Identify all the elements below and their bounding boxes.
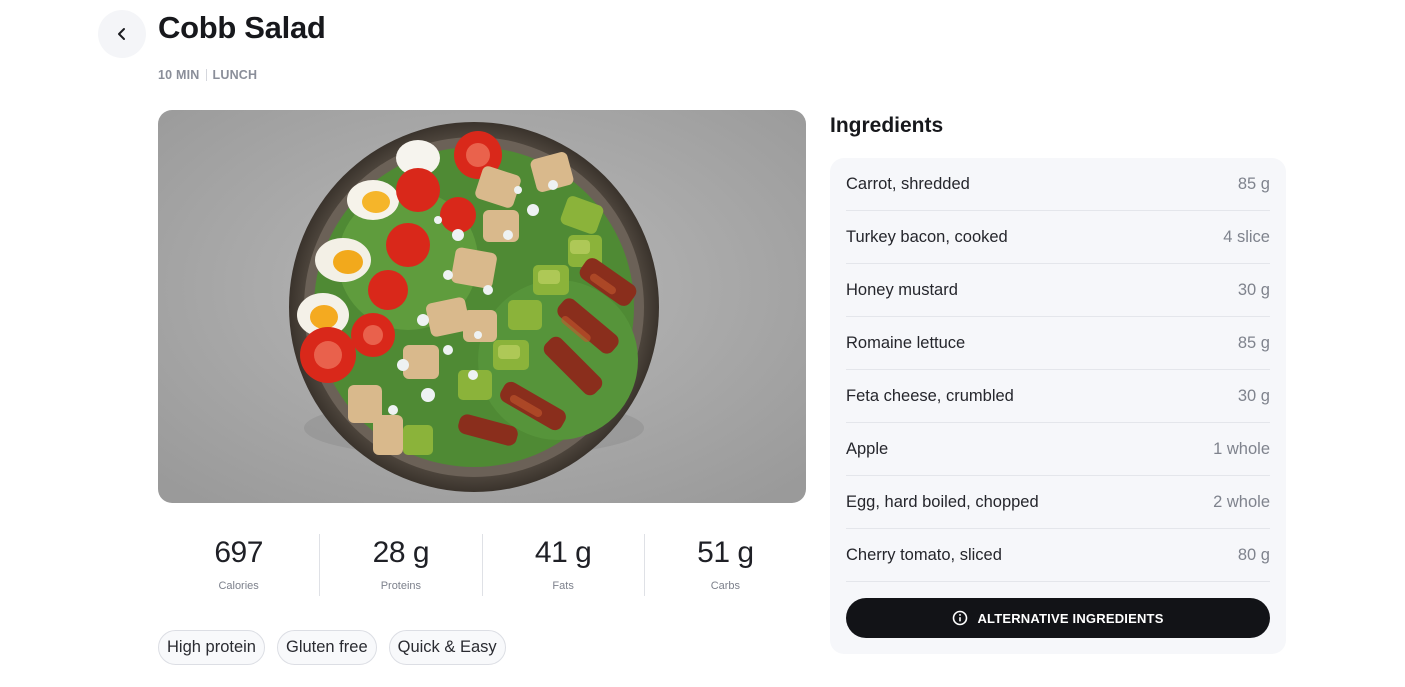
info-circle-icon bbox=[953, 610, 968, 626]
recipe-meta: 10 MIN LUNCH bbox=[158, 68, 257, 82]
nutrition-carbs: 51 g Carbs bbox=[643, 534, 806, 596]
ingredient-row: Feta cheese, crumbled 30 g bbox=[846, 370, 1270, 423]
fats-label: Fats bbox=[552, 580, 574, 592]
recipe-image bbox=[158, 110, 806, 503]
ingredient-row: Egg, hard boiled, chopped 2 whole bbox=[846, 476, 1270, 529]
meta-divider bbox=[205, 69, 207, 81]
ingredient-name: Honey mustard bbox=[846, 280, 958, 299]
calories-label: Calories bbox=[218, 580, 259, 592]
carbs-label: Carbs bbox=[710, 580, 741, 592]
ingredient-name: Egg, hard boiled, chopped bbox=[846, 492, 1039, 511]
meal-type-label: LUNCH bbox=[212, 68, 258, 82]
ingredient-row: Turkey bacon, cooked 4 slice bbox=[846, 211, 1270, 264]
ingredients-card: Carrot, shredded 85 g Turkey bacon, cook… bbox=[830, 158, 1286, 654]
ingredient-name: Feta cheese, crumbled bbox=[846, 386, 1014, 405]
ingredient-quantity: 85 g bbox=[1237, 333, 1270, 352]
ingredient-row: Honey mustard 30 g bbox=[846, 264, 1270, 317]
calories-value: 697 bbox=[214, 536, 263, 569]
recipe-tags: High protein Gluten free Quick & Easy bbox=[158, 630, 506, 665]
ingredient-quantity: 1 whole bbox=[1213, 439, 1270, 458]
nutrition-summary: 697 Calories 28 g Proteins 41 g Fats 51 … bbox=[158, 534, 806, 596]
proteins-value: 28 g bbox=[372, 536, 430, 569]
carbs-value: 51 g bbox=[697, 536, 754, 569]
ingredient-quantity: 4 slice bbox=[1223, 227, 1270, 246]
nutrition-proteins: 28 g Proteins bbox=[319, 534, 481, 596]
tag-quick-easy[interactable]: Quick & Easy bbox=[388, 630, 506, 665]
ingredient-row: Romaine lettuce 85 g bbox=[846, 317, 1270, 370]
ingredients-list: Carrot, shredded 85 g Turkey bacon, cook… bbox=[846, 158, 1270, 582]
ingredient-quantity: 2 whole bbox=[1213, 492, 1270, 511]
alternative-ingredients-label: ALTERNATIVE INGREDIENTS bbox=[977, 610, 1164, 626]
ingredient-row: Cherry tomato, sliced 80 g bbox=[846, 529, 1270, 582]
ingredient-quantity: 30 g bbox=[1237, 280, 1270, 299]
proteins-label: Proteins bbox=[380, 580, 422, 592]
chevron-left-icon bbox=[118, 28, 125, 40]
ingredient-quantity: 30 g bbox=[1237, 386, 1270, 405]
ingredient-name: Apple bbox=[846, 439, 889, 458]
ingredient-row: Apple 1 whole bbox=[846, 423, 1270, 476]
ingredient-name: Carrot, shredded bbox=[846, 174, 970, 193]
tag-high-protein[interactable]: High protein bbox=[158, 630, 265, 665]
recipe-title: Cobb Salad bbox=[158, 10, 326, 45]
tag-gluten-free[interactable]: Gluten free bbox=[276, 630, 377, 665]
ingredient-name: Romaine lettuce bbox=[846, 333, 966, 352]
nutrition-fats: 41 g Fats bbox=[481, 534, 644, 596]
ingredient-quantity: 80 g bbox=[1237, 545, 1270, 564]
fats-value: 41 g bbox=[534, 536, 592, 569]
ingredients-heading: Ingredients bbox=[830, 114, 944, 137]
ingredient-quantity: 85 g bbox=[1237, 174, 1270, 193]
ingredient-name: Turkey bacon, cooked bbox=[846, 227, 1008, 246]
nutrition-calories: 697 Calories bbox=[158, 534, 319, 596]
ingredient-row: Carrot, shredded 85 g bbox=[846, 158, 1270, 211]
ingredient-name: Cherry tomato, sliced bbox=[846, 545, 1002, 564]
alternative-ingredients-button[interactable]: ALTERNATIVE INGREDIENTS bbox=[846, 598, 1270, 638]
duration-label: 10 MIN bbox=[158, 68, 200, 82]
back-button[interactable] bbox=[98, 10, 146, 58]
